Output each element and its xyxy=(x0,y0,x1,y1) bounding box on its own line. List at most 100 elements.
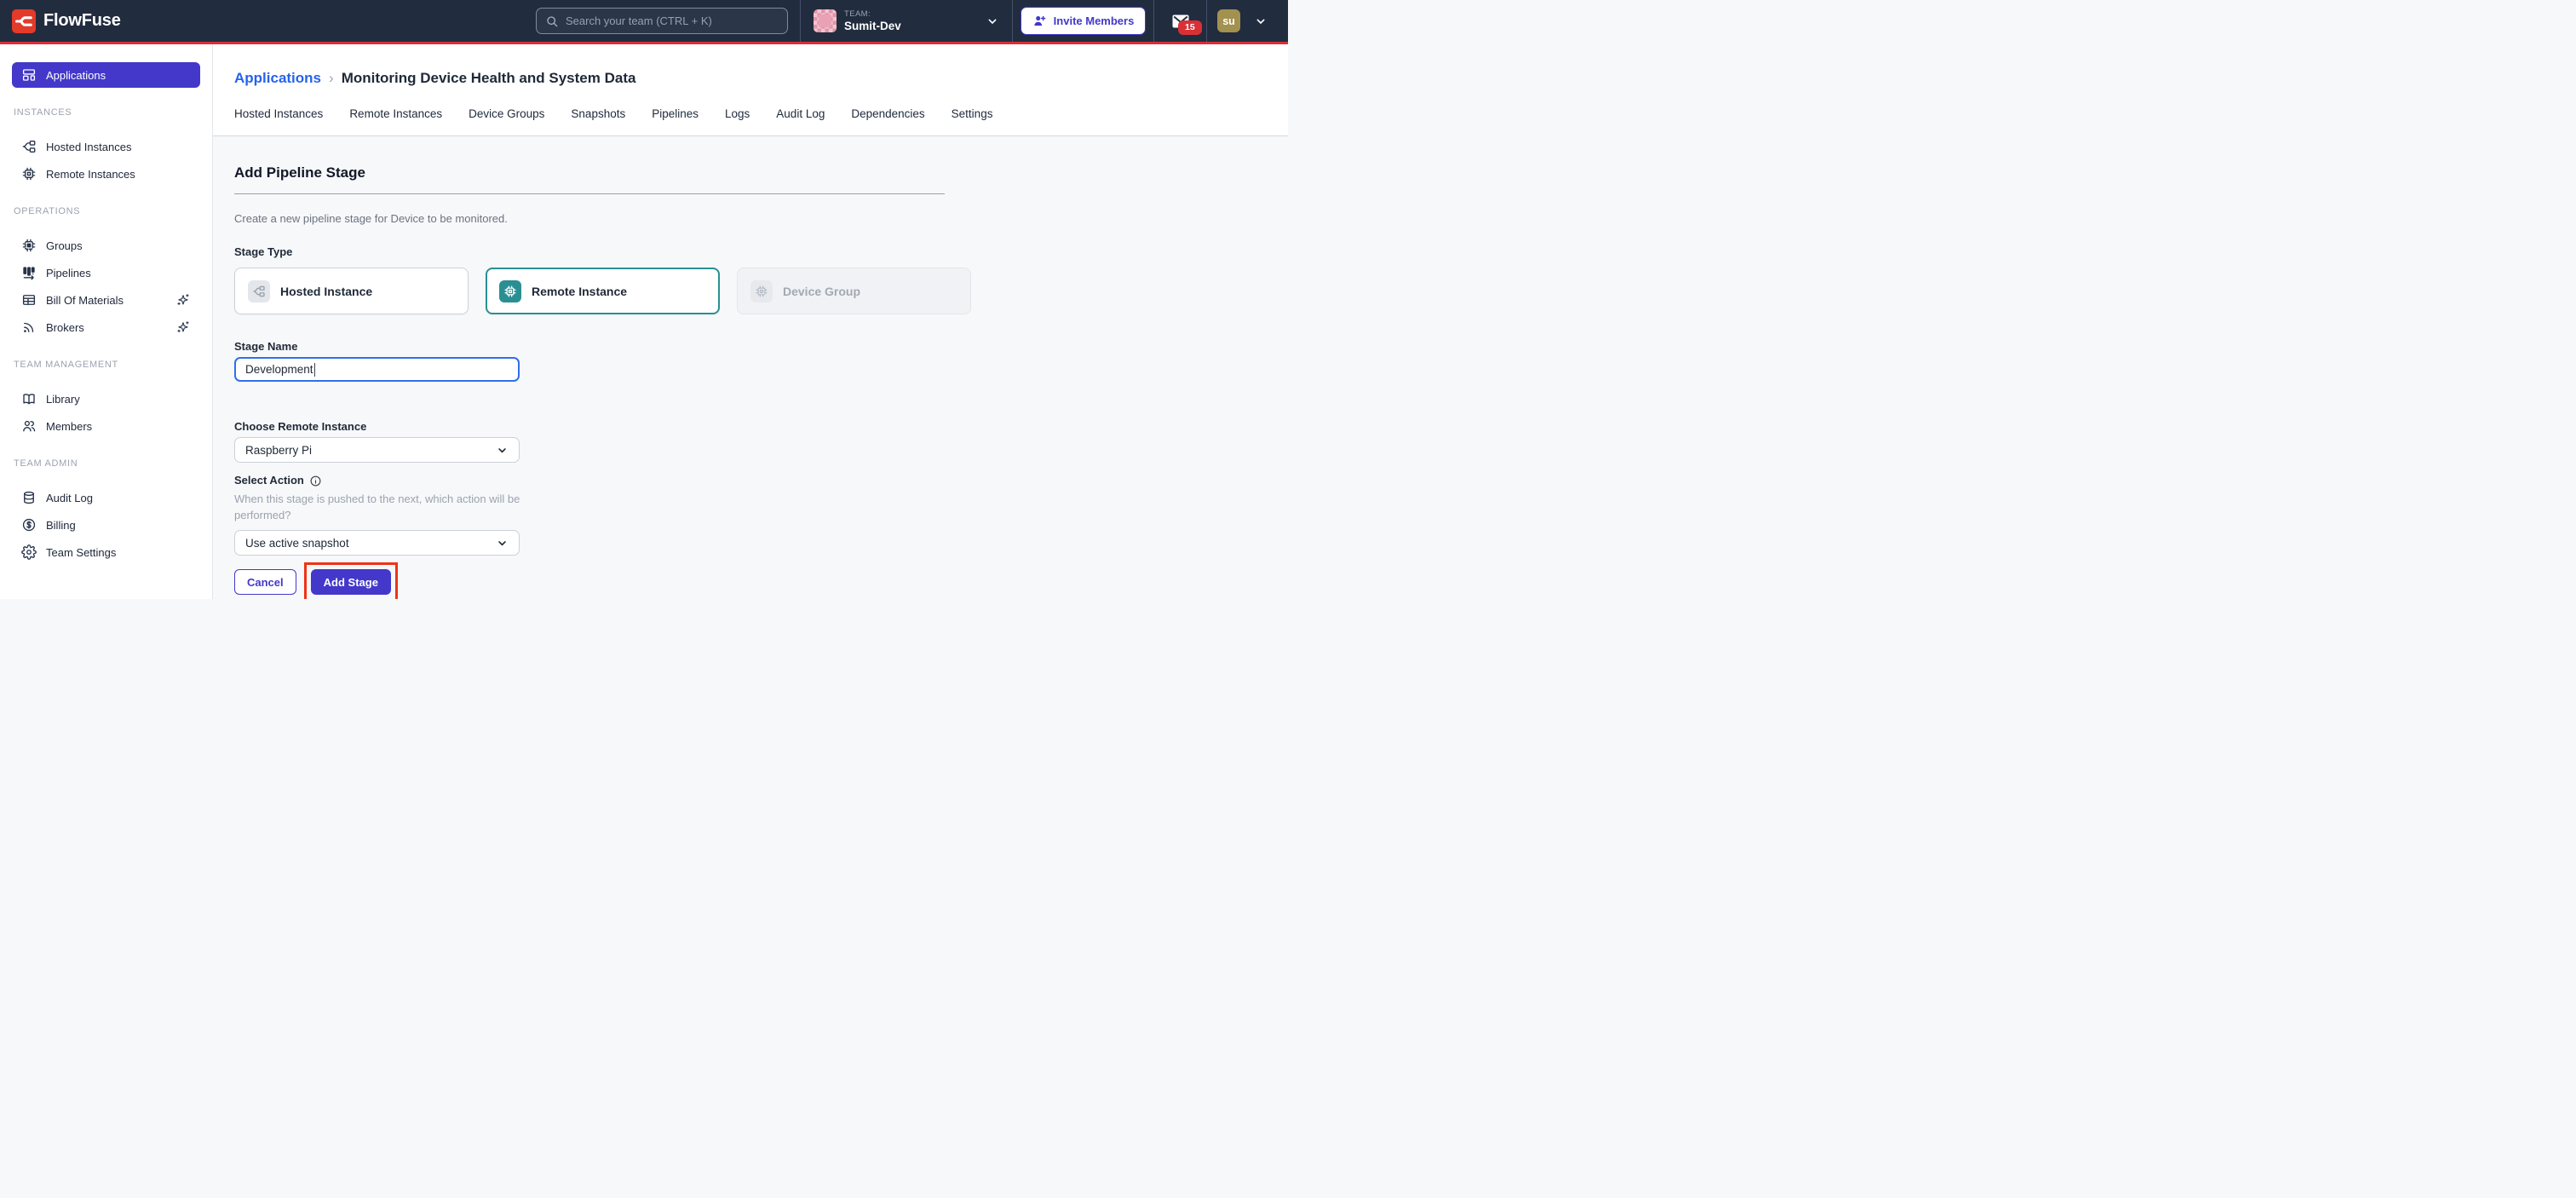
brokers-icon xyxy=(21,320,37,335)
team-avatar xyxy=(814,9,837,32)
invite-members-label: Invite Members xyxy=(1054,14,1135,27)
sidebar-item-label: Audit Log xyxy=(46,492,93,504)
sidebar-item-library[interactable]: Library xyxy=(12,386,200,412)
stage-name-input[interactable]: Development xyxy=(234,357,520,382)
select-action-label: Select Action xyxy=(234,474,1267,487)
stage-type-option-label: Hosted Instance xyxy=(280,285,372,298)
team-search[interactable] xyxy=(536,8,788,34)
stage-type-remote-instance[interactable]: Remote Instance xyxy=(486,268,720,314)
search-icon xyxy=(545,14,559,28)
search-input[interactable] xyxy=(566,14,779,27)
breadcrumb-applications-link[interactable]: Applications xyxy=(234,70,321,87)
annotation-highlight-box: Add Stage xyxy=(304,562,398,599)
team-selector[interactable]: TEAM: Sumit-Dev xyxy=(801,0,1012,42)
hosted-instances-icon xyxy=(21,139,37,154)
sidebar-section-title: OPERATIONS xyxy=(14,206,200,216)
form-title: Add Pipeline Stage xyxy=(234,164,1267,181)
user-plus-icon xyxy=(1032,14,1047,28)
sidebar-item-label: Groups xyxy=(46,239,83,252)
sidebar-item-label: Billing xyxy=(46,519,76,532)
sidebar-section-title: TEAM ADMIN xyxy=(14,458,200,469)
stage-type-options: Hosted Instance Remote Instance xyxy=(234,268,1267,314)
main-header: Applications › Monitoring Device Health … xyxy=(213,44,1288,136)
remote-instances-icon xyxy=(21,166,37,181)
user-menu[interactable]: su xyxy=(1207,0,1288,42)
stage-type-option-label: Remote Instance xyxy=(532,285,627,298)
tab-audit-log[interactable]: Audit Log xyxy=(776,107,825,124)
info-icon[interactable] xyxy=(309,475,322,487)
breadcrumb: Applications › Monitoring Device Health … xyxy=(234,70,1267,87)
sidebar-item-pipelines[interactable]: Pipelines xyxy=(12,260,200,285)
sidebar-section-title: INSTANCES xyxy=(14,107,200,118)
chevron-down-icon xyxy=(496,444,509,457)
sidebar-item-groups[interactable]: Groups xyxy=(12,233,200,258)
sidebar-item-label: Pipelines xyxy=(46,267,91,279)
form-divider xyxy=(234,193,945,194)
sidebar-item-brokers[interactable]: Brokers xyxy=(12,314,200,340)
select-action-select[interactable]: Use active snapshot xyxy=(234,530,520,556)
tab-dependencies[interactable]: Dependencies xyxy=(851,107,924,124)
device-group-icon xyxy=(750,280,773,302)
breadcrumb-separator-icon: › xyxy=(329,70,334,87)
invite-members-button[interactable]: Invite Members xyxy=(1021,7,1147,35)
form-description: Create a new pipeline stage for Device t… xyxy=(234,212,1267,225)
chevron-down-icon xyxy=(1254,14,1268,28)
sidebar-item-label: Library xyxy=(46,393,80,406)
sidebar-item-label: Hosted Instances xyxy=(46,141,131,153)
tab-logs[interactable]: Logs xyxy=(725,107,750,124)
tab-settings[interactable]: Settings xyxy=(952,107,993,124)
stage-name-label: Stage Name xyxy=(234,340,1267,354)
remote-instance-label: Choose Remote Instance xyxy=(234,420,1267,434)
select-action-help: When this stage is pushed to the next, w… xyxy=(234,491,532,523)
notification-badge: 15 xyxy=(1178,20,1202,35)
team-label: TEAM: xyxy=(844,9,901,19)
tab-remote-instances[interactable]: Remote Instances xyxy=(349,107,442,124)
tab-pipelines[interactable]: Pipelines xyxy=(652,107,699,124)
sidebar-section-title: TEAM MANAGEMENT xyxy=(14,360,200,370)
chevron-down-icon xyxy=(496,537,509,550)
hosted-instance-icon xyxy=(248,280,270,302)
sidebar-item-audit-log[interactable]: Audit Log xyxy=(12,485,200,510)
sidebar-item-applications[interactable]: Applications xyxy=(12,62,200,88)
sidebar-item-members[interactable]: Members xyxy=(12,413,200,439)
remote-instance-select[interactable]: Raspberry Pi xyxy=(234,437,520,463)
tab-snapshots[interactable]: Snapshots xyxy=(571,107,625,124)
sidebar-item-bill-of-materials[interactable]: Bill Of Materials xyxy=(12,287,200,313)
application-tabs: Hosted Instances Remote Instances Device… xyxy=(234,107,1267,124)
form-actions: Cancel Add Stage xyxy=(234,562,1267,599)
billing-icon xyxy=(21,517,37,533)
stage-type-label: Stage Type xyxy=(234,245,1267,259)
sidebar-item-label: Bill Of Materials xyxy=(46,294,124,307)
tab-hosted-instances[interactable]: Hosted Instances xyxy=(234,107,323,124)
sidebar-item-team-settings[interactable]: Team Settings xyxy=(12,539,200,565)
select-action-value: Use active snapshot xyxy=(245,537,349,550)
audit-log-icon xyxy=(21,490,37,505)
stage-name-value: Development xyxy=(245,363,313,376)
sidebar-item-remote-instances[interactable]: Remote Instances xyxy=(12,161,200,187)
notifications-button[interactable]: 15 xyxy=(1154,0,1206,42)
stage-type-hosted-instance[interactable]: Hosted Instance xyxy=(234,268,469,314)
sidebar-item-label: Team Settings xyxy=(46,546,116,559)
select-action-label-text: Select Action xyxy=(234,474,304,487)
groups-icon xyxy=(21,238,37,253)
add-pipeline-stage-form: Add Pipeline Stage Create a new pipeline… xyxy=(213,136,1288,599)
tab-device-groups[interactable]: Device Groups xyxy=(469,107,544,124)
sparkles-icon xyxy=(175,292,191,308)
sidebar-item-label: Remote Instances xyxy=(46,168,135,181)
sidebar-item-billing[interactable]: Billing xyxy=(12,512,200,538)
brand-name: FlowFuse xyxy=(43,11,121,31)
remote-instance-value: Raspberry Pi xyxy=(245,444,312,457)
sidebar-item-label: Brokers xyxy=(46,321,84,334)
sidebar-item-label: Members xyxy=(46,420,92,433)
brand[interactable]: FlowFuse xyxy=(12,9,121,33)
sidebar-item-label: Applications xyxy=(46,69,106,82)
cancel-button[interactable]: Cancel xyxy=(234,569,296,595)
sidebar-item-hosted-instances[interactable]: Hosted Instances xyxy=(12,134,200,159)
user-avatar: su xyxy=(1217,9,1240,32)
add-stage-button[interactable]: Add Stage xyxy=(311,569,391,595)
text-caret xyxy=(314,363,316,377)
applications-icon xyxy=(21,67,37,83)
sidebar: Applications INSTANCES Hosted Instances … xyxy=(0,44,213,599)
remote-instance-icon xyxy=(499,280,521,302)
page-title: Monitoring Device Health and System Data xyxy=(342,70,636,87)
